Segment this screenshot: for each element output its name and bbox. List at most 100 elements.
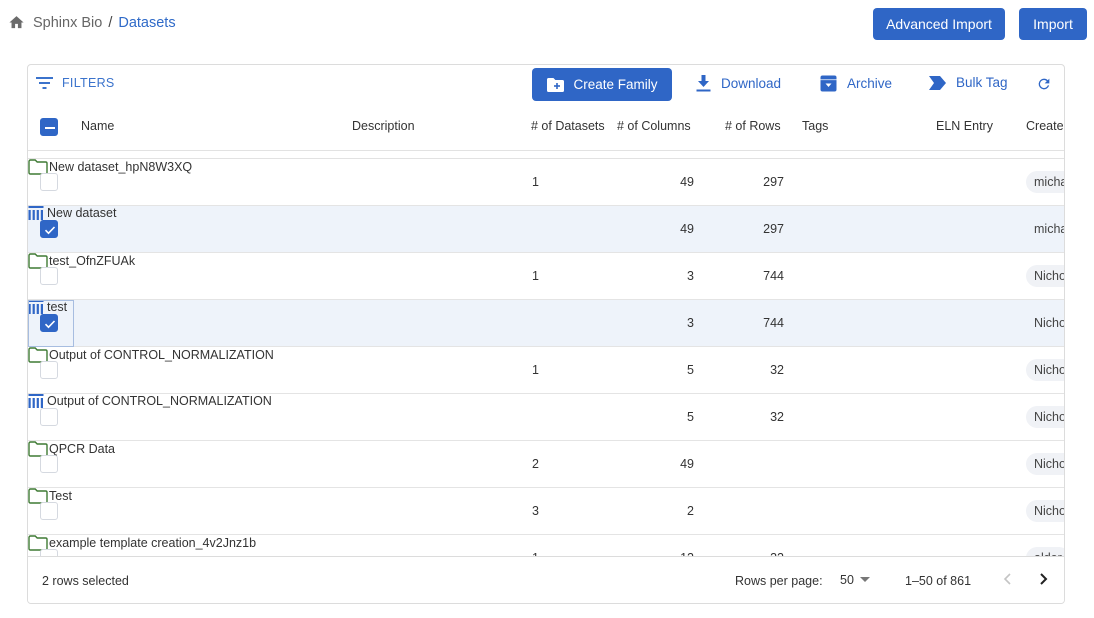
- row-name[interactable]: New dataset_hpN8W3XQ: [28, 159, 1064, 175]
- rows-per-page-value: 50: [840, 573, 854, 587]
- row-checkbox[interactable]: [40, 455, 58, 473]
- chevron-right-icon: [1040, 573, 1048, 585]
- filters-label: FILTERS: [62, 76, 115, 90]
- row-checkbox[interactable]: [40, 361, 58, 379]
- table-footer: 2 rows selected Rows per page: 50 1–50 o…: [28, 556, 1064, 603]
- created-by-chip: Nicho: [1026, 265, 1064, 287]
- row-dataset-count: 2: [532, 457, 539, 471]
- checkmark-icon: [44, 226, 56, 235]
- row-name[interactable]: example template creation_4v2Jnz1b: [28, 535, 1064, 551]
- created-by-chip: Nicho: [1034, 316, 1064, 330]
- row-name[interactable]: Output of CONTROL_NORMALIZATION: [28, 394, 1064, 408]
- download-icon: [696, 75, 711, 92]
- archive-button[interactable]: Archive: [820, 75, 892, 92]
- table-header: Name Description # of Datasets # of Colu…: [28, 107, 1064, 151]
- row-checkbox[interactable]: [40, 408, 58, 426]
- table-row[interactable]: New dataset_hpN8W3XQ 1 49 297 micha: [28, 159, 1064, 206]
- chevron-left-icon: [1003, 573, 1011, 585]
- row-row-count: 744: [763, 269, 784, 283]
- row-name[interactable]: test_OfnZFUAk: [28, 253, 1064, 269]
- download-button[interactable]: Download: [696, 75, 781, 92]
- dataset-table-icon: [28, 394, 44, 408]
- rows-per-page-select[interactable]: 50: [840, 573, 870, 587]
- breadcrumb-separator: /: [108, 14, 113, 31]
- row-name[interactable]: test: [28, 300, 1064, 314]
- column-header-tags[interactable]: Tags: [802, 119, 828, 133]
- table-row[interactable]: example template creation_4v2Jnz1b11232a…: [28, 535, 1064, 556]
- row-name-text: example template creation_4v2Jnz1b: [49, 536, 257, 550]
- row-dataset-count: 1: [532, 269, 539, 283]
- refresh-icon: [1038, 78, 1050, 90]
- column-header-name[interactable]: Name: [81, 119, 114, 133]
- row-column-count: 49: [680, 222, 694, 236]
- column-header-eln-entry[interactable]: ELN Entry: [936, 119, 993, 133]
- created-by-chip: Nicho: [1026, 406, 1064, 428]
- column-header-description[interactable]: Description: [352, 119, 415, 133]
- created-by-chip: micha: [1026, 171, 1064, 193]
- table-row[interactable]: Test 3 2 Nicho: [28, 488, 1064, 535]
- select-all-checkbox[interactable]: [40, 118, 58, 136]
- row-checkbox[interactable]: [40, 314, 58, 332]
- column-header-rows[interactable]: # of Rows: [725, 119, 781, 133]
- create-family-label: Create Family: [573, 77, 658, 92]
- row-name[interactable]: Test: [28, 488, 1064, 504]
- column-header-columns[interactable]: # of Columns: [617, 119, 691, 133]
- table-row[interactable]: New dataset 49 297 micha: [28, 206, 1064, 253]
- row-row-count: 744: [763, 316, 784, 330]
- row-checkbox[interactable]: [40, 267, 58, 285]
- indeterminate-icon: [45, 127, 55, 129]
- row-name-text: QPCR Data: [49, 442, 115, 456]
- row-name-text: test: [47, 300, 68, 314]
- row-column-count: 5: [687, 410, 694, 424]
- refresh-button[interactable]: [1036, 76, 1062, 92]
- row-name[interactable]: New dataset: [28, 206, 1064, 220]
- breadcrumb: Sphinx Bio / Datasets: [8, 14, 176, 31]
- table-body: New dataset_hpN8W3XQ149297michaNew datas…: [28, 159, 1064, 556]
- advanced-import-button[interactable]: Advanced Import: [873, 8, 1005, 40]
- pagination-range: 1–50 of 861: [905, 574, 972, 588]
- create-folder-icon: [547, 77, 565, 92]
- filter-list-icon: [36, 77, 53, 89]
- selected-count: 2 rows selected: [42, 574, 129, 588]
- create-family-button[interactable]: Create Family: [532, 68, 672, 101]
- table-row[interactable]: test 3 744 Nicho: [28, 300, 1064, 347]
- table-row[interactable]: Output of CONTROL_NORMALIZATION 1 5 32 Nicho: [28, 347, 1064, 394]
- row-name[interactable]: Output of CONTROL_NORMALIZATION: [28, 347, 1064, 363]
- created-by-chip: Nicho: [1026, 359, 1064, 381]
- bulk-tag-button[interactable]: Bulk Tag: [929, 75, 1008, 90]
- home-icon[interactable]: [8, 14, 25, 31]
- row-checkbox[interactable]: [40, 549, 58, 556]
- row-checkbox[interactable]: [40, 220, 58, 238]
- row-name-text: test_OfnZFUAk: [49, 254, 136, 268]
- row-column-count: 49: [680, 175, 694, 189]
- created-by-chip: Nicho: [1026, 500, 1064, 522]
- row-row-count: 32: [770, 410, 784, 424]
- table-row[interactable]: test_OfnZFUAk 1 3 744 Nicho: [28, 253, 1064, 300]
- datasets-table-panel: FILTERS Create Family Download Archive B…: [27, 64, 1065, 604]
- next-page-button[interactable]: [1037, 572, 1049, 589]
- breadcrumb-org[interactable]: Sphinx Bio: [33, 15, 102, 31]
- row-dataset-count: 3: [532, 504, 539, 518]
- row-checkbox[interactable]: [40, 502, 58, 520]
- previous-page-button[interactable]: [1002, 572, 1014, 589]
- created-by-chip: micha: [1034, 222, 1064, 236]
- row-name-text: New dataset_hpN8W3XQ: [49, 160, 193, 174]
- table-row[interactable]: QPCR Data 2 49 Nicho: [28, 441, 1064, 488]
- table-row[interactable]: Output of CONTROL_NORMALIZATION 5 32 Nicho: [28, 394, 1064, 441]
- breadcrumb-current[interactable]: Datasets: [118, 15, 175, 31]
- row-name[interactable]: QPCR Data: [28, 441, 1064, 457]
- archive-label: Archive: [847, 76, 893, 91]
- import-button[interactable]: Import: [1019, 8, 1087, 40]
- checkmark-icon: [44, 320, 56, 329]
- row-checkbox[interactable]: [40, 173, 58, 191]
- dataset-table-icon: [28, 206, 44, 220]
- created-by-chip: alder: [1026, 547, 1064, 556]
- row-name-text: Output of CONTROL_NORMALIZATION: [47, 394, 272, 408]
- rows-per-page-label: Rows per page:: [735, 574, 823, 588]
- row-dataset-count: 1: [532, 363, 539, 377]
- column-header-created-by[interactable]: Create: [1026, 119, 1064, 133]
- column-header-datasets[interactable]: # of Datasets: [531, 119, 605, 133]
- row-column-count: 3: [687, 269, 694, 283]
- row-name-text: New dataset: [47, 206, 117, 220]
- filters-button[interactable]: FILTERS: [36, 76, 115, 90]
